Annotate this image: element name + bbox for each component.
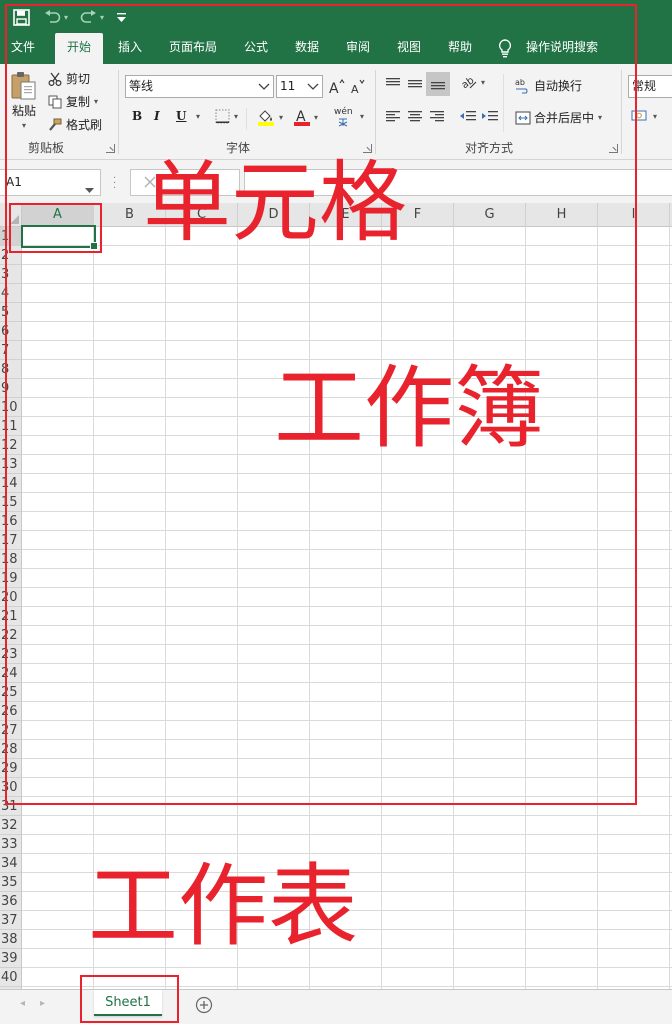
row-header-38[interactable]: 38 — [0, 930, 21, 949]
annotation-cell-label: 单元格 — [143, 151, 408, 254]
row-header-34[interactable]: 34 — [0, 854, 21, 873]
row-header-36[interactable]: 36 — [0, 892, 21, 911]
row-header-35[interactable]: 35 — [0, 873, 21, 892]
add-sheet-icon[interactable] — [195, 996, 213, 1017]
row-header-37[interactable]: 37 — [0, 911, 21, 930]
cell-highlight-box — [9, 203, 102, 253]
row-header-39[interactable]: 39 — [0, 949, 21, 968]
scroll-sheets-right-icon[interactable]: ▸ — [40, 998, 45, 1009]
annotation-workbook-label: 工作簿 — [274, 356, 544, 461]
row-header-40[interactable]: 40 — [0, 968, 21, 987]
worksheet-highlight-box — [80, 975, 179, 1023]
annotation-worksheet-label: 工作表 — [88, 854, 358, 959]
row-header-32[interactable]: 32 — [0, 816, 21, 835]
scroll-sheets-left-icon[interactable]: ◂ — [20, 998, 25, 1009]
accounting-dropdown-icon[interactable]: ▾ — [653, 112, 657, 121]
row-header-33[interactable]: 33 — [0, 835, 21, 854]
